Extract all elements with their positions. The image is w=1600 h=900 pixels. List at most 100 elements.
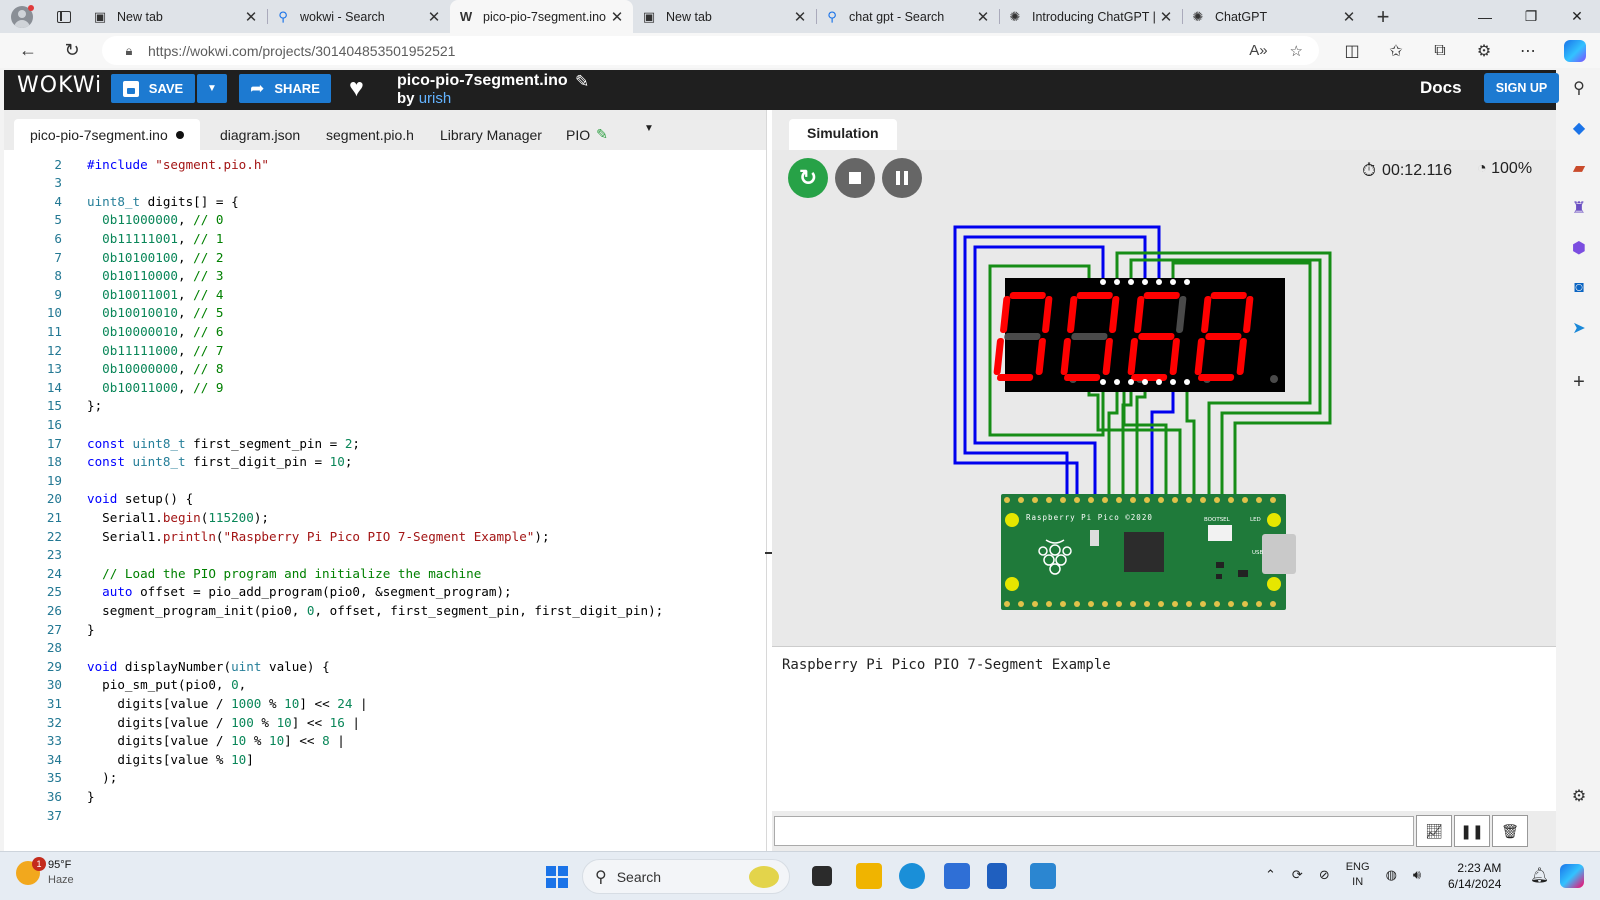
url-box[interactable]: 🔒︎ https://wokwi.com/projects/3014048535… (102, 36, 1319, 65)
chevron-up-icon[interactable]: ⌃ (1265, 867, 1276, 883)
pico-pin[interactable] (1116, 601, 1122, 607)
browser-tab-active[interactable]: W pico-pio-7segment.ino ✕ (450, 0, 633, 33)
pico-pin[interactable] (1144, 601, 1150, 607)
code-line[interactable]: 9 0b10011001, // 4 (4, 287, 766, 306)
system-clock[interactable]: 2:23 AM 6/14/2024 (1448, 860, 1501, 892)
close-tab-icon[interactable]: ✕ (609, 8, 625, 26)
docs-link[interactable]: Docs (1420, 78, 1462, 98)
code-line[interactable]: 19 (4, 473, 766, 492)
sync-icon[interactable]: ⟳ (1292, 867, 1303, 883)
code-line[interactable]: 7 0b10100100, // 2 (4, 250, 766, 269)
pico-pin[interactable] (1102, 497, 1108, 503)
shopping-tag-icon[interactable]: ◆ (1558, 108, 1600, 148)
pico-pin[interactable] (1242, 601, 1248, 607)
back-button[interactable]: ← (8, 33, 48, 68)
close-tab-icon[interactable]: ✕ (1341, 8, 1357, 26)
browser-tab[interactable]: ✺ Introducing ChatGPT | ✕ (999, 0, 1182, 33)
code-line[interactable]: 20 void setup() { (4, 491, 766, 510)
code-line[interactable]: 37 (4, 808, 766, 827)
tab-actions-button[interactable] (44, 0, 84, 33)
tabs-dropdown-icon[interactable]: ▼ (644, 123, 654, 134)
code-line[interactable]: 31 digits[value / 1000 % 10] << 24 | (4, 696, 766, 715)
code-line[interactable]: 28 (4, 640, 766, 659)
code-line[interactable]: 22 Serial1.println("Raspberry Pi Pico PI… (4, 529, 766, 548)
store-icon[interactable] (944, 863, 970, 889)
seven-segment-display[interactable] (993, 278, 1285, 392)
code-line[interactable]: 26 segment_program_init(pio0, 0, offset,… (4, 603, 766, 622)
share-button[interactable]: ➦ SHARE (239, 74, 331, 103)
pico-pin[interactable] (1228, 601, 1234, 607)
code-line[interactable]: 29 void displayNumber(uint value) { (4, 659, 766, 678)
tab-segment-pio-h[interactable]: segment.pio.h (326, 119, 414, 150)
tab-library-manager[interactable]: Library Manager (440, 119, 542, 150)
pico-pin[interactable] (1256, 601, 1262, 607)
copilot-taskbar-icon[interactable] (1560, 864, 1584, 888)
pico-pin[interactable] (1046, 601, 1052, 607)
pico-pin[interactable] (1116, 497, 1122, 503)
code-line[interactable]: 24 // Load the PIO program and initializ… (4, 566, 766, 585)
code-line[interactable]: 12 0b11111000, // 7 (4, 343, 766, 362)
url-text[interactable]: https://wokwi.com/projects/3014048535019… (148, 43, 455, 59)
tools-briefcase-icon[interactable]: ▰ (1558, 148, 1600, 188)
author-link[interactable]: urish (419, 90, 452, 107)
pico-pin[interactable] (1200, 497, 1206, 503)
code-line[interactable]: 35 ); (4, 770, 766, 789)
close-tab-icon[interactable]: ✕ (975, 8, 991, 26)
tab-main-ino[interactable]: pico-pio-7segment.ino (14, 119, 200, 150)
pico-pin[interactable] (1018, 601, 1024, 607)
pico-pin[interactable] (1004, 497, 1010, 503)
code-line[interactable]: 23 (4, 547, 766, 566)
pause-serial-button[interactable]: ❚❚ (1454, 815, 1490, 847)
restore-icon[interactable]: ❐ (1508, 0, 1554, 33)
pico-pin[interactable] (1214, 601, 1220, 607)
code-line[interactable]: 27} (4, 622, 766, 641)
camera-off-icon[interactable]: ⊘ (1319, 867, 1330, 883)
project-title[interactable]: pico-pio-7segment.ino (397, 72, 568, 90)
code-line[interactable]: 16 (4, 417, 766, 436)
outlook-icon[interactable]: ◙ (1558, 268, 1600, 308)
code-line[interactable]: 11 0b10000010, // 6 (4, 324, 766, 343)
close-tab-icon[interactable]: ✕ (243, 8, 259, 26)
file-explorer-icon[interactable] (856, 863, 882, 889)
pico-pin[interactable] (1270, 601, 1276, 607)
code-line[interactable]: 14 0b10011000, // 9 (4, 380, 766, 399)
pico-pin[interactable] (1172, 601, 1178, 607)
split-screen-icon[interactable]: ◫ (1330, 33, 1374, 68)
wifi-icon[interactable]: ◍ (1386, 867, 1397, 883)
code-line[interactable]: 4 uint8_t digits[] = { (4, 194, 766, 213)
code-line[interactable]: 2 #include "segment.pio.h" (4, 157, 766, 176)
code-line[interactable]: 10 0b10010010, // 5 (4, 305, 766, 324)
favorite-star-icon[interactable]: ☆ (1290, 42, 1303, 60)
heart-icon[interactable]: ♥ (349, 74, 364, 103)
pico-pin[interactable] (1270, 497, 1276, 503)
new-tab-button[interactable]: + (1365, 4, 1401, 30)
favorites-icon[interactable]: ✩ (1374, 33, 1418, 68)
code-line[interactable]: 17 const uint8_t first_segment_pin = 2; (4, 436, 766, 455)
code-line[interactable]: 34 digits[value % 10] (4, 752, 766, 771)
tab-simulation[interactable]: Simulation (789, 119, 897, 150)
pico-pin[interactable] (1158, 601, 1164, 607)
profile-button[interactable] (0, 0, 44, 33)
save-button[interactable]: SAVE (111, 74, 195, 103)
code-line[interactable]: 3 (4, 175, 766, 194)
more-options-icon[interactable]: ⋯ (1506, 33, 1550, 68)
pico-pin[interactable] (1088, 497, 1094, 503)
pico-pin[interactable] (1186, 601, 1192, 607)
add-sidebar-app-icon[interactable]: + (1558, 362, 1600, 402)
telegram-icon[interactable]: ➤ (1558, 308, 1600, 348)
code-line[interactable]: 21 Serial1.begin(115200); (4, 510, 766, 529)
raspberry-pi-pico-board[interactable]: Raspberry Pi Pico ©2020 BOOTSEL LED USB (1001, 494, 1296, 610)
pico-pin[interactable] (1228, 497, 1234, 503)
minimize-icon[interactable]: — (1462, 0, 1508, 33)
code-line[interactable]: 32 digits[value / 100 % 10] << 16 | (4, 715, 766, 734)
refresh-button[interactable]: ↻ (52, 33, 92, 68)
close-window-icon[interactable]: ✕ (1554, 0, 1600, 33)
notepad-icon[interactable] (987, 863, 1007, 889)
notification-bell-icon[interactable]: 🔔︎ (1530, 866, 1549, 884)
code-line[interactable]: 8 0b10110000, // 3 (4, 268, 766, 287)
edge-browser-icon[interactable] (899, 863, 925, 889)
language-indicator[interactable]: ENG IN (1346, 860, 1370, 890)
code-line[interactable]: 18 const uint8_t first_digit_pin = 10; (4, 454, 766, 473)
pico-pin[interactable] (1130, 601, 1136, 607)
pico-pin[interactable] (1256, 497, 1262, 503)
